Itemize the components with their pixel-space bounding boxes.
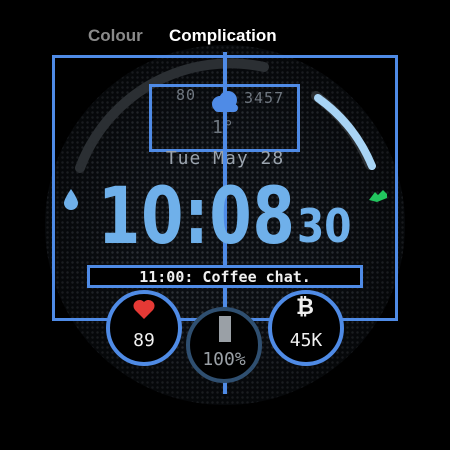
heart-rate-complication[interactable]: 89 — [106, 290, 182, 366]
shoe-icon — [369, 190, 387, 202]
heart-icon — [133, 299, 155, 319]
seconds-display: 30 — [297, 199, 352, 253]
battery-value: 100% — [202, 349, 246, 370]
bitcoin-value: 45K — [289, 330, 323, 351]
weather-right-value: 3457 — [244, 89, 285, 107]
battery-complication[interactable]: 100% — [186, 307, 262, 383]
heart-rate-value: 89 — [133, 330, 155, 351]
event-text: 11:00: Coffee chat. — [139, 268, 311, 286]
bitcoin-complication[interactable]: ₿ 45K — [268, 290, 344, 366]
event-complication[interactable]: 11:00: Coffee chat. — [87, 265, 363, 288]
weather-left-value: 80 — [176, 86, 197, 104]
battery-level-bar — [219, 316, 231, 342]
bitcoin-icon: ₿ — [296, 295, 314, 320]
time-display: 10:08 — [98, 172, 296, 262]
water-drop-icon — [64, 189, 78, 210]
